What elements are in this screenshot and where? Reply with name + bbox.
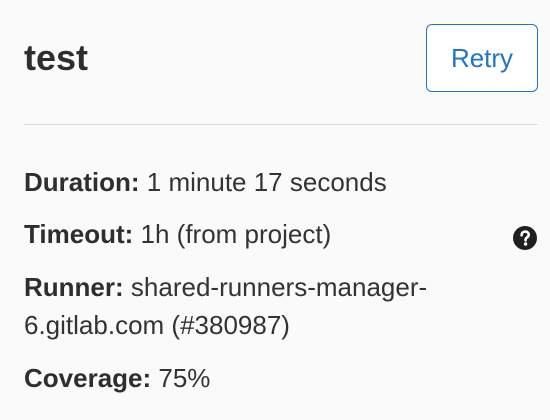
timeout-row: Timeout: 1h (from project) (24, 216, 538, 252)
job-header: test Retry (24, 24, 538, 94)
runner-value: shared-runners-manager- (130, 272, 428, 302)
timeout-label: Timeout: (24, 219, 134, 249)
runner-label: Runner: (24, 272, 124, 302)
job-sidebar-panel: test Retry Duration: 1 minute 17 seconds… (0, 0, 550, 420)
job-title: test (24, 37, 89, 78)
runner-row: Runner: shared-runners-manager- 6.gitlab… (24, 268, 484, 344)
header-divider (24, 124, 538, 125)
coverage-label: Coverage: (24, 363, 152, 393)
retry-button[interactable]: Retry (426, 24, 538, 92)
timeout-value: 1h (from project) (140, 219, 332, 249)
duration-value: 1 minute 17 seconds (146, 167, 387, 197)
runner-value-line2: 6.gitlab.com (#380987) (24, 310, 290, 340)
question-circle-icon-svg (513, 226, 537, 250)
question-circle-icon[interactable] (512, 224, 538, 250)
duration-row: Duration: 1 minute 17 seconds (24, 164, 387, 200)
duration-label: Duration: (24, 167, 140, 197)
coverage-value: 75% (158, 363, 211, 393)
coverage-row: Coverage: 75% (24, 360, 210, 396)
